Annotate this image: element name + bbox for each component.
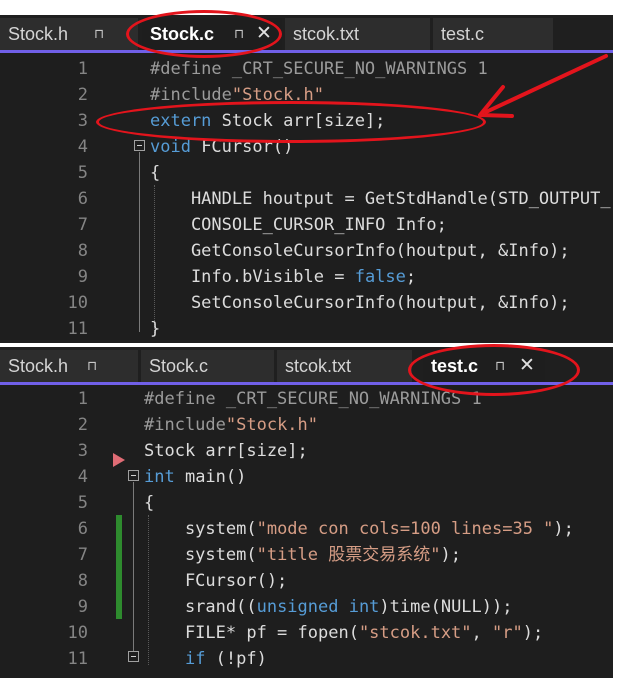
annotation-arrow (478, 54, 608, 118)
